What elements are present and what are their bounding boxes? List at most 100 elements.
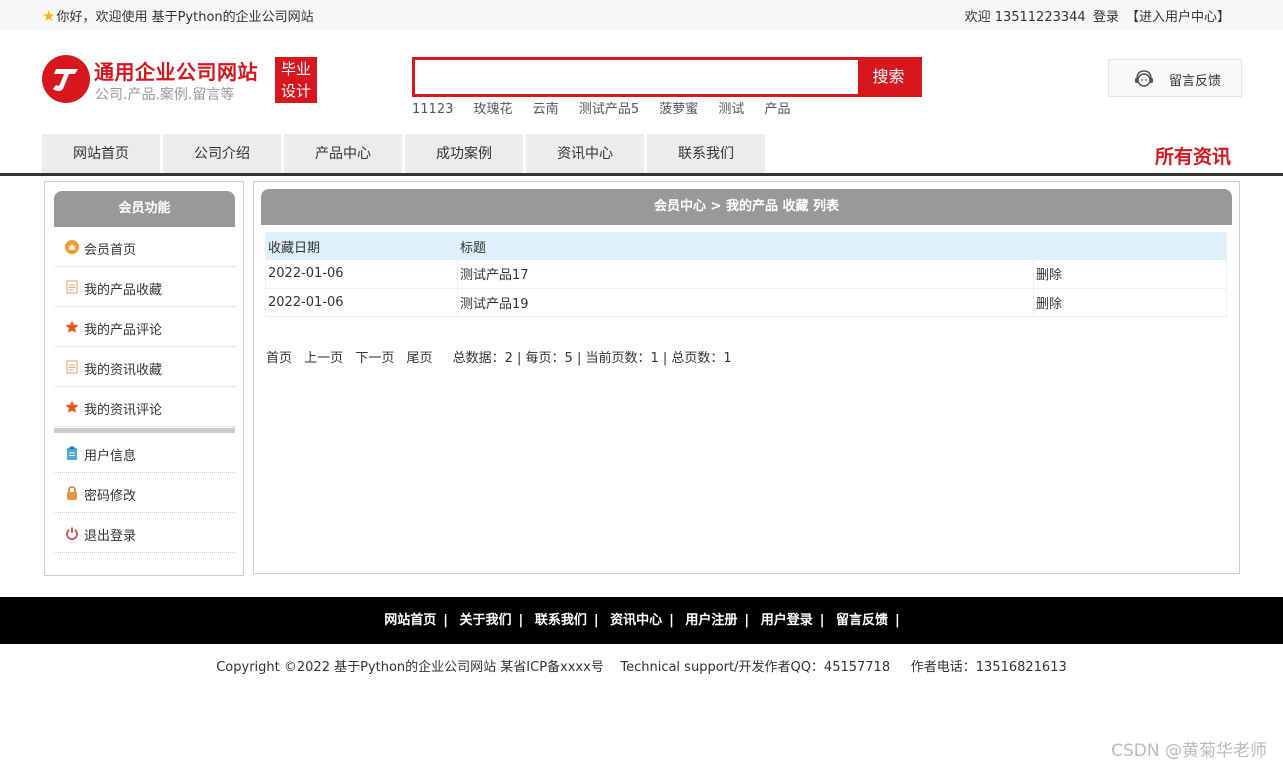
- column-header-title: 标题: [457, 232, 1034, 260]
- headset-icon: [1135, 70, 1153, 87]
- sidebar-item-label: 我的资讯评论: [84, 403, 163, 418]
- pager-first[interactable]: 首页: [266, 351, 292, 366]
- footer-link-home[interactable]: 网站首页: [384, 613, 436, 628]
- hot-keyword[interactable]: 玫瑰花: [474, 102, 513, 117]
- greeting: ★ 你好，欢迎使用 基于Python的企业公司网站: [42, 6, 314, 25]
- logo-badge: 毕业 设计: [275, 57, 317, 103]
- sidebar-item-news-favorites[interactable]: 我的资讯收藏: [54, 347, 235, 387]
- all-news-link[interactable]: 所有资讯: [1155, 142, 1231, 169]
- column-header-action: [1033, 232, 1227, 260]
- hot-keyword[interactable]: 11123: [412, 102, 453, 117]
- sidebar-item-label: 我的产品评论: [84, 323, 163, 338]
- nav-tab-cases[interactable]: 成功案例: [405, 134, 524, 173]
- pagination: 首页 上一页 下一页 尾页 总数据：2 | 每页：5 | 当前页数：1 | 总页…: [266, 347, 732, 366]
- hot-keyword[interactable]: 菠萝蜜: [659, 102, 698, 117]
- logo-subtitle: 公司.产品.案例.留言等: [95, 87, 235, 103]
- document-icon: [66, 280, 78, 294]
- sidebar-item-user-info[interactable]: 用户信息: [54, 433, 235, 473]
- footer-link-login[interactable]: 用户登录: [761, 613, 813, 628]
- hot-keyword[interactable]: 测试: [718, 102, 744, 117]
- login-link[interactable]: 登录: [1093, 10, 1119, 25]
- table-header-row: 收藏日期 标题: [265, 232, 1227, 260]
- sidebar-title: 会员功能: [54, 191, 235, 227]
- sidebar-item-label: 我的资讯收藏: [84, 363, 163, 378]
- copyright-text: Copyright ©2022 基于Python的企业公司网站 某省ICP备xx…: [216, 660, 1067, 675]
- sidebar-item-product-favorites[interactable]: 我的产品收藏: [54, 267, 235, 307]
- power-icon: [66, 527, 78, 540]
- delete-link[interactable]: 删除: [1033, 288, 1227, 317]
- greeting-text: 你好，欢迎使用 基于Python的企业公司网站: [56, 10, 314, 25]
- feedback-label: 留言反馈: [1169, 74, 1222, 89]
- footer-nav: 网站首页 | 关于我们 | 联系我们 | 资讯中心 | 用户注册 | 用户登录 | 留言反馈…: [0, 597, 1283, 644]
- footer-link-feedback[interactable]: 留言反馈: [836, 613, 888, 628]
- feedback-button[interactable]: 留言反馈: [1108, 59, 1242, 97]
- footer-separator: |: [744, 613, 750, 628]
- footer-separator: |: [895, 613, 900, 628]
- pager-next[interactable]: 下一页: [355, 351, 394, 366]
- user-center-link[interactable]: 【进入用户中心】: [1126, 10, 1230, 25]
- footer-separator: |: [669, 613, 674, 628]
- site-logo[interactable]: 通用企业公司网站 公司.产品.案例.留言等 毕业 设计: [42, 55, 322, 107]
- nav-tab-contact[interactable]: 联系我们: [647, 134, 766, 173]
- nav-tab-news[interactable]: 资讯中心: [526, 134, 645, 173]
- badge-line-1: 毕业: [280, 60, 311, 78]
- logo-mark-icon: [42, 55, 90, 103]
- cell-date: 2022-01-06: [265, 260, 458, 289]
- logo-title: 通用企业公司网站: [94, 60, 258, 84]
- user-links: 欢迎 13511223344 登录 【进入用户中心】: [965, 6, 1233, 25]
- nav-tab-products[interactable]: 产品中心: [284, 134, 403, 173]
- sidebar-item-label: 密码修改: [84, 489, 137, 504]
- watermark-text: CSDN @黄菊华老师: [1111, 741, 1267, 761]
- home-icon: [65, 240, 79, 254]
- panel-title: 会员中心 > 我的产品 收藏 列表: [261, 189, 1232, 225]
- footer-separator: |: [443, 613, 448, 628]
- lock-icon: [67, 486, 77, 500]
- document-icon: [66, 360, 78, 374]
- footer-link-register[interactable]: 用户注册: [685, 613, 737, 628]
- pager-stats: 总数据：2 | 每页：5 | 当前页数：1 | 总页数：1: [452, 351, 732, 366]
- hot-keyword[interactable]: 产品: [765, 102, 791, 117]
- star-icon: [65, 320, 79, 333]
- sidebar-item-label: 退出登录: [84, 529, 137, 544]
- table-row: 2022-01-06 测试产品17 删除: [265, 260, 1227, 289]
- footer-separator: |: [593, 613, 599, 628]
- footer-link-contact[interactable]: 联系我们: [535, 613, 587, 628]
- search-box: 搜索: [412, 57, 922, 97]
- top-bar: ★ 你好，欢迎使用 基于Python的企业公司网站 欢迎 13511223344…: [0, 0, 1283, 30]
- sidebar-item-change-password[interactable]: 密码修改: [54, 473, 235, 513]
- cell-date: 2022-01-06: [265, 288, 458, 317]
- main-nav: 网站首页 公司介绍 产品中心 成功案例 资讯中心 联系我们 所有资讯: [0, 134, 1283, 176]
- nav-tab-home[interactable]: 网站首页: [42, 134, 161, 173]
- footer-link-about[interactable]: 关于我们: [460, 613, 512, 628]
- welcome-text: 欢迎 13511223344: [964, 10, 1086, 25]
- cell-title[interactable]: 测试产品19: [457, 288, 1034, 317]
- table-row: 2022-01-06 测试产品19 删除: [265, 288, 1227, 317]
- badge-line-2: 设计: [280, 82, 311, 100]
- main-panel: 会员中心 > 我的产品 收藏 列表 收藏日期 标题 2022-01-06 测试产…: [253, 181, 1240, 574]
- sidebar-item-news-comments[interactable]: 我的资讯评论: [54, 387, 235, 427]
- star-icon: ★: [42, 6, 56, 25]
- pager-prev[interactable]: 上一页: [304, 351, 343, 366]
- hot-keyword[interactable]: 测试产品5: [579, 102, 639, 117]
- sidebar-item-logout[interactable]: 退出登录: [54, 513, 235, 553]
- favorites-table: 收藏日期 标题 2022-01-06 测试产品17 删除 2022-01-06 …: [265, 232, 1227, 317]
- cell-title[interactable]: 测试产品17: [457, 260, 1034, 289]
- sidebar-item-label: 会员首页: [84, 243, 137, 258]
- footer-link-news[interactable]: 资讯中心: [610, 613, 662, 628]
- column-header-date: 收藏日期: [265, 232, 458, 260]
- footer-separator: |: [518, 613, 524, 628]
- hot-keyword[interactable]: 云南: [533, 102, 559, 117]
- footer-separator: |: [819, 613, 825, 628]
- sidebar-item-label: 我的产品收藏: [84, 283, 163, 298]
- search-button[interactable]: 搜索: [858, 60, 919, 94]
- star-icon: [65, 400, 79, 413]
- delete-link[interactable]: 删除: [1033, 260, 1227, 289]
- sidebar-item-product-comments[interactable]: 我的产品评论: [54, 307, 235, 347]
- hot-keywords: 11123 玫瑰花 云南 测试产品5 菠萝蜜 测试 产品: [412, 98, 807, 117]
- sidebar-item-label: 用户信息: [84, 449, 137, 464]
- nav-tab-about[interactable]: 公司介绍: [163, 134, 282, 173]
- clipboard-icon: [67, 446, 77, 460]
- search-input[interactable]: [415, 60, 859, 94]
- sidebar-item-member-home[interactable]: 会员首页: [54, 227, 235, 267]
- pager-last[interactable]: 尾页: [406, 351, 432, 366]
